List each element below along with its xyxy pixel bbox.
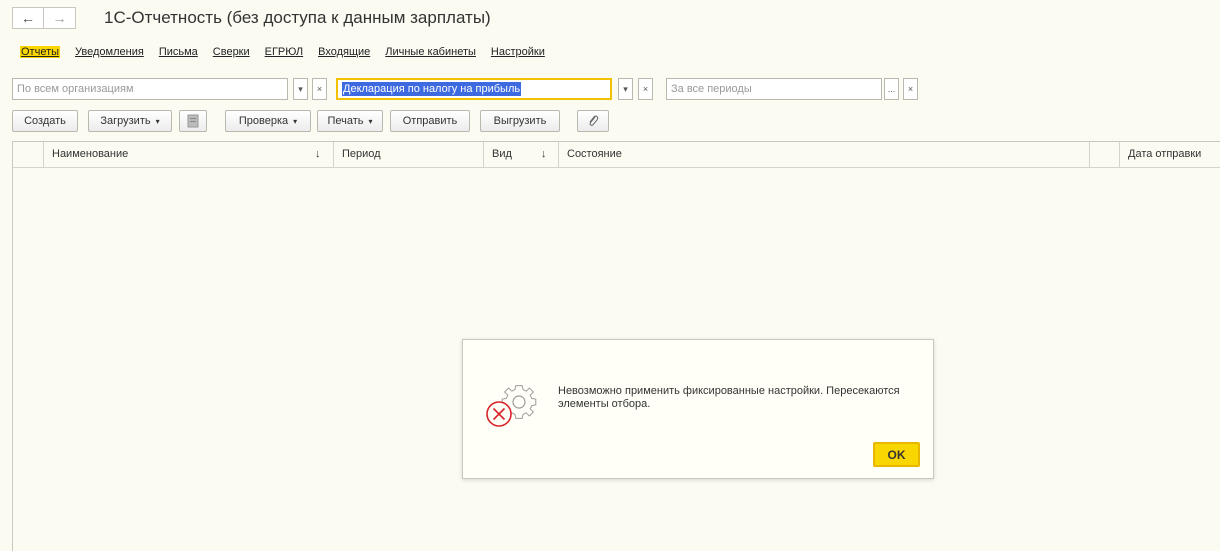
sort-down-icon: ↓ bbox=[541, 148, 547, 160]
organization-filter[interactable] bbox=[12, 78, 288, 100]
tab-incoming[interactable]: Входящие bbox=[318, 46, 370, 58]
tab-reconciliations[interactable]: Сверки bbox=[213, 46, 250, 58]
column-send-date[interactable]: Дата отправки bbox=[1119, 142, 1220, 167]
period-clear-icon[interactable]: × bbox=[903, 78, 918, 100]
chevron-down-icon: ▾ bbox=[368, 116, 373, 126]
forward-icon[interactable]: → bbox=[44, 7, 76, 29]
column-send-date-label: Дата отправки bbox=[1128, 148, 1202, 160]
chevron-down-icon: ▾ bbox=[293, 116, 298, 126]
tab-reports[interactable]: Отчеты bbox=[20, 46, 61, 58]
table-header: Наименование ↓ Период Вид ↓ Состояние Да… bbox=[13, 142, 1220, 168]
load-label: Загрузить bbox=[100, 115, 151, 127]
column-state-label: Состояние bbox=[567, 148, 622, 160]
tab-egrul[interactable]: ЕГРЮЛ bbox=[265, 46, 303, 58]
send-button[interactable]: Отправить bbox=[390, 110, 470, 132]
back-icon[interactable]: ← bbox=[12, 7, 44, 29]
tab-settings[interactable]: Настройки bbox=[491, 46, 545, 58]
column-type[interactable]: Вид ↓ bbox=[483, 142, 558, 167]
export-button[interactable]: Выгрузить bbox=[480, 110, 560, 132]
organization-input[interactable] bbox=[13, 79, 287, 99]
column-period-label: Период bbox=[342, 148, 381, 160]
document-icon bbox=[187, 114, 199, 128]
attach-button[interactable] bbox=[577, 110, 609, 132]
chevron-down-icon: ▾ bbox=[155, 116, 160, 126]
export-label: Выгрузить bbox=[493, 115, 547, 127]
sort-down-icon: ↓ bbox=[315, 148, 321, 160]
section-tabs: Отчеты Уведомления Письма Сверки ЕГРЮЛ В… bbox=[20, 46, 545, 58]
error-gear-icon bbox=[486, 385, 537, 427]
column-state[interactable]: Состояние bbox=[558, 142, 1089, 167]
organization-clear-icon[interactable]: × bbox=[312, 78, 327, 100]
ok-label: OK bbox=[887, 447, 906, 462]
report-type-filter[interactable]: Декларация по налогу на прибыль bbox=[336, 78, 612, 100]
check-label: Проверка bbox=[238, 115, 289, 127]
check-button[interactable]: Проверка ▾ bbox=[225, 110, 311, 132]
dialog-message: Невозможно применить фиксированные настр… bbox=[558, 385, 900, 410]
ok-button[interactable]: OK bbox=[873, 442, 920, 467]
create-button[interactable]: Создать bbox=[12, 110, 78, 132]
period-filter[interactable] bbox=[666, 78, 882, 100]
document-button[interactable] bbox=[179, 110, 207, 132]
page-title: 1С-Отчетность (без доступа к данным зарп… bbox=[104, 8, 491, 27]
report-type-value: Декларация по налогу на прибыль bbox=[342, 82, 522, 96]
paperclip-icon bbox=[589, 115, 599, 126]
column-name[interactable]: Наименование ↓ bbox=[43, 142, 343, 167]
send-label: Отправить bbox=[402, 115, 458, 127]
load-button[interactable]: Загрузить ▾ bbox=[88, 110, 172, 132]
column-name-label: Наименование bbox=[52, 148, 129, 160]
column-type-label: Вид bbox=[492, 148, 512, 160]
tab-personal-accounts[interactable]: Личные кабинеты bbox=[385, 46, 476, 58]
period-input[interactable] bbox=[667, 79, 881, 99]
print-button[interactable]: Печать ▾ bbox=[317, 110, 383, 132]
organization-dropdown-icon[interactable]: ▾ bbox=[293, 78, 308, 100]
column-period[interactable]: Период bbox=[333, 142, 483, 167]
create-label: Создать bbox=[24, 115, 66, 127]
print-label: Печать bbox=[327, 115, 364, 127]
navigation-buttons: ← → bbox=[12, 7, 76, 29]
error-dialog: Невозможно применить фиксированные настр… bbox=[462, 339, 934, 479]
period-select-icon[interactable]: ... bbox=[884, 78, 899, 100]
report-type-clear-icon[interactable]: × bbox=[638, 78, 653, 100]
column-empty[interactable] bbox=[1089, 142, 1119, 167]
tab-notifications[interactable]: Уведомления bbox=[75, 46, 144, 58]
report-type-dropdown-icon[interactable]: ▾ bbox=[618, 78, 633, 100]
tab-letters[interactable]: Письма bbox=[159, 46, 198, 58]
